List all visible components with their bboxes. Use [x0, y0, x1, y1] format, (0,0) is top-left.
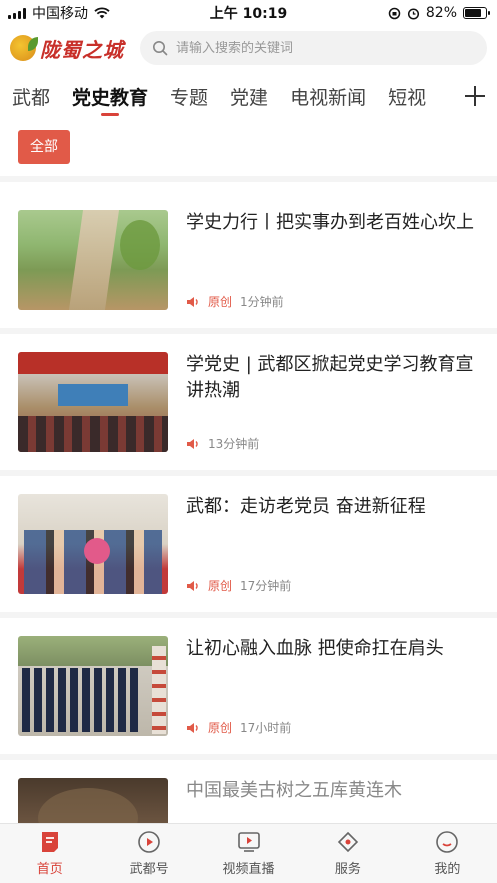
- status-bar: 中国移动 上午 10:19 82%: [0, 0, 497, 26]
- tab-label: 专题: [170, 86, 209, 109]
- orientation-lock-icon: [388, 7, 401, 19]
- search-bar[interactable]: [140, 31, 487, 65]
- news-item[interactable]: 学史力行丨把实事办到老百姓心坎上 原创 1分钟前: [0, 192, 497, 334]
- news-thumbnail: [18, 352, 168, 452]
- logo-text: 陇蜀之城: [40, 37, 124, 62]
- app-header: 陇蜀之城: [0, 26, 497, 70]
- news-time: 17小时前: [240, 721, 292, 735]
- play-circle-icon: [138, 831, 160, 853]
- news-time: 13分钟前: [208, 437, 260, 451]
- add-channel-icon[interactable]: [465, 86, 485, 106]
- tab-label: 党史教育: [72, 86, 149, 109]
- nav-label: 我的: [434, 862, 461, 877]
- news-list: 学史力行丨把实事办到老百姓心坎上 原创 1分钟前 学党史 | 武都区掀起党史学习…: [0, 192, 497, 883]
- search-input[interactable]: [176, 40, 475, 56]
- tab-party-history[interactable]: 党史教育: [72, 70, 148, 122]
- news-title: 学史力行丨把实事办到老百姓心坎上: [186, 212, 474, 233]
- tv-play-icon: [237, 832, 260, 852]
- status-right: 82%: [388, 5, 490, 21]
- news-item[interactable]: 让初心融入血脉 把使命扛在肩头 原创 17小时前: [0, 618, 497, 760]
- nav-mine[interactable]: 我的: [398, 824, 497, 883]
- tab-party-building[interactable]: 党建: [230, 70, 268, 122]
- speaker-icon[interactable]: [186, 438, 200, 450]
- signal-icon: [8, 7, 26, 19]
- tab-short-video[interactable]: 短视: [388, 70, 426, 122]
- nav-label: 首页: [36, 862, 63, 877]
- news-time: 17分钟前: [240, 579, 292, 593]
- news-title: 学党史 | 武都区掀起党史学习教育宣讲热潮: [186, 354, 474, 401]
- tab-fade-overlay: [437, 70, 497, 122]
- tab-label: 党建: [230, 86, 269, 109]
- battery-icon: [463, 7, 490, 19]
- news-thumbnail: [18, 494, 168, 594]
- nav-live-video[interactable]: 视频直播: [199, 824, 298, 883]
- news-time: 1分钟前: [240, 295, 284, 309]
- battery-percent: 82%: [425, 5, 457, 21]
- app-logo[interactable]: 陇蜀之城: [10, 34, 128, 63]
- battery-fill: [465, 9, 482, 17]
- diamond-service-icon: [337, 831, 359, 853]
- search-icon: [153, 41, 168, 56]
- speaker-icon[interactable]: [186, 580, 200, 592]
- wifi-icon: [94, 7, 110, 19]
- bottom-nav: 首页 武都号 视频直播 服务 我的: [0, 823, 497, 883]
- news-title: 武都：走访老党员 奋进新征程: [186, 496, 426, 517]
- nav-service[interactable]: 服务: [298, 824, 397, 883]
- original-tag: 原创: [208, 579, 233, 593]
- logo-mark-icon: [10, 35, 38, 61]
- nav-label: 武都号: [129, 862, 169, 877]
- home-doc-icon: [41, 832, 58, 852]
- tab-label: 武都: [12, 86, 51, 109]
- news-meta: 原创 17分钟前: [186, 577, 479, 594]
- news-title: 让初心融入血脉 把使命扛在肩头: [186, 638, 444, 659]
- news-item[interactable]: 武都：走访老党员 奋进新征程 原创 17分钟前: [0, 476, 497, 618]
- tab-label: 电视新闻: [290, 86, 367, 109]
- channel-tabs: 武都 党史教育 专题 党建 电视新闻 短视: [0, 70, 497, 122]
- tab-wudu[interactable]: 武都: [12, 70, 50, 122]
- news-body: 让初心融入血脉 把使命扛在肩头 原创 17小时前: [168, 636, 479, 736]
- nav-home[interactable]: 首页: [0, 824, 99, 883]
- news-body: 学党史 | 武都区掀起党史学习教育宣讲热潮 13分钟前: [168, 352, 479, 452]
- news-meta: 13分钟前: [186, 435, 479, 452]
- news-item[interactable]: 学党史 | 武都区掀起党史学习教育宣讲热潮 13分钟前: [0, 334, 497, 476]
- news-thumbnail: [18, 636, 168, 736]
- nav-wudu-hao[interactable]: 武都号: [99, 824, 198, 883]
- news-body: 武都：走访老党员 奋进新征程 原创 17分钟前: [168, 494, 479, 594]
- nav-label: 服务: [334, 862, 361, 877]
- status-left: 中国移动: [8, 3, 110, 23]
- original-tag: 原创: [208, 295, 233, 309]
- user-face-icon: [436, 831, 459, 853]
- news-title: 中国最美古树之五库黄连木: [186, 780, 402, 801]
- speaker-icon[interactable]: [186, 722, 200, 734]
- speaker-icon[interactable]: [186, 296, 200, 308]
- alarm-icon: [407, 7, 419, 20]
- tab-tv-news[interactable]: 电视新闻: [290, 70, 366, 122]
- news-meta: 原创 17小时前: [186, 719, 479, 736]
- carrier-name: 中国移动: [32, 6, 88, 22]
- news-thumbnail: [18, 210, 168, 310]
- filter-row: 全部: [0, 122, 497, 182]
- nav-label: 视频直播: [222, 862, 275, 877]
- filter-chip-all[interactable]: 全部: [18, 130, 70, 164]
- tab-special-topics[interactable]: 专题: [170, 70, 208, 122]
- original-tag: 原创: [208, 721, 233, 735]
- news-body: 学史力行丨把实事办到老百姓心坎上 原创 1分钟前: [168, 210, 479, 310]
- news-meta: 原创 1分钟前: [186, 293, 479, 310]
- tab-label: 短视: [388, 86, 427, 109]
